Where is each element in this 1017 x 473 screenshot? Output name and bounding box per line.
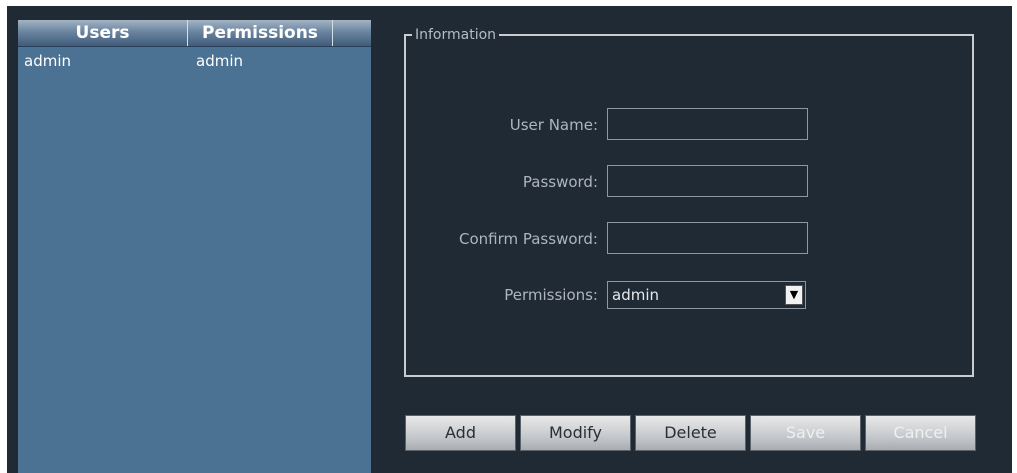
information-legend: Information [412, 26, 500, 44]
column-header-users[interactable]: Users [18, 20, 188, 46]
user-management-window: Users Permissions admin admin Informatio… [7, 6, 1012, 473]
password-input[interactable] [607, 165, 808, 197]
triangle-down-icon[interactable]: ▼ [785, 285, 803, 305]
information-group: Information User Name: Password: Confirm… [404, 26, 974, 377]
permissions-select[interactable]: admin ▼ [607, 281, 806, 309]
user-list-panel[interactable]: Users Permissions admin admin [18, 20, 371, 473]
modify-button[interactable]: Modify [520, 415, 631, 451]
user-name-label: User Name: [509, 116, 598, 134]
column-header-spacer [333, 20, 371, 46]
user-name-input[interactable] [607, 108, 808, 140]
confirm-password-label: Confirm Password: [458, 230, 598, 248]
delete-button[interactable]: Delete [635, 415, 746, 451]
permissions-label: Permissions: [504, 286, 598, 304]
user-cell: admin [24, 52, 71, 70]
user-list-header: Users Permissions [18, 20, 371, 47]
column-header-permissions[interactable]: Permissions [188, 20, 333, 46]
save-button[interactable]: Save [750, 415, 861, 451]
cancel-button[interactable]: Cancel [865, 415, 976, 451]
add-button[interactable]: Add [405, 415, 516, 451]
user-row[interactable]: admin admin [18, 50, 371, 72]
permission-cell: admin [196, 52, 243, 70]
permissions-select-value: admin [612, 286, 659, 304]
password-label: Password: [522, 173, 598, 191]
confirm-password-input[interactable] [607, 222, 808, 254]
